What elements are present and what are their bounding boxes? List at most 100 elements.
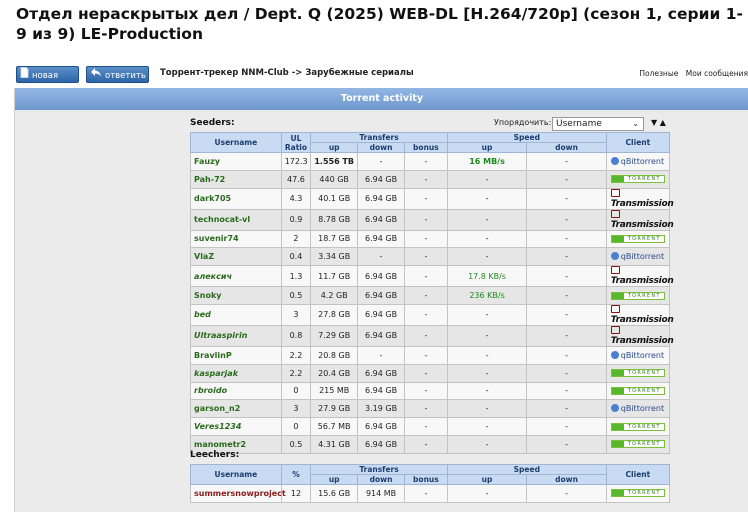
sort-select[interactable]: Username ⌄ (552, 117, 644, 131)
speed-up: 236 KB/s (446, 286, 528, 305)
col-bonus[interactable]: bonus (403, 142, 448, 153)
sort-label: Упорядочить: (494, 118, 552, 127)
speed-up: - (446, 247, 528, 267)
username-link[interactable]: technocat-vl (190, 208, 282, 231)
speed-up: 17.8 KB/s (446, 265, 528, 288)
username-link[interactable]: kasparjak (190, 363, 282, 383)
col-percent[interactable]: % (280, 464, 312, 485)
col-client: Client (605, 132, 671, 153)
transfer-up: 20.4 GB (310, 363, 359, 383)
ul-ratio: 0.4 (280, 247, 312, 267)
col-speed-up[interactable]: up (446, 142, 528, 153)
client-name: Transmission (610, 335, 674, 346)
table-row: Snoky 0.5 4.2 GB 6.94 GB -236 KB/s - TORRENT (190, 286, 671, 305)
transmission-icon (610, 325, 620, 334)
panel-title: Torrent activity (15, 88, 748, 110)
username-link[interactable]: dark705 (190, 187, 282, 210)
bonus: - (403, 286, 448, 305)
username-link[interactable]: rbroido (190, 381, 282, 401)
utorrent-icon (611, 441, 624, 448)
transfer-up: 18.7 GB (310, 229, 359, 249)
qbittorrent-logo: qBittorrent (610, 404, 665, 414)
bonus: - (403, 363, 448, 383)
client-name: qBittorrent (620, 404, 665, 414)
transmission-logo: Transmission (610, 325, 674, 346)
speed-down: - (526, 434, 607, 454)
utorrent-icon (611, 235, 624, 242)
seeders-label: Seeders: (190, 118, 235, 128)
col-speed-up[interactable]: up (446, 474, 528, 485)
utorrent-logo: TORRENT (610, 489, 665, 498)
transfer-down: 914 MB (357, 484, 405, 503)
client-name: Transmission (610, 276, 674, 287)
client-name: Transmission (610, 219, 674, 230)
username-link[interactable]: Snoky (190, 286, 282, 305)
table-row: BravlinP 2.2 20.8 GB - - - - qBittorrent (190, 345, 671, 365)
username-link[interactable]: BravlinP (190, 345, 282, 365)
col-transfer-up[interactable]: up (310, 142, 359, 153)
username-link[interactable]: Veres1234 (190, 417, 282, 436)
col-speed-down[interactable]: down (526, 142, 607, 153)
table-row: manometr2 0.5 4.31 GB 6.94 GB - - - TORRENT (190, 434, 671, 454)
col-speed: Speed (446, 464, 607, 475)
speed-down: - (526, 417, 607, 436)
client-cell: TORRENT (605, 434, 671, 454)
table-row: rbroido 0 215 MB 6.94 GB - - - TORRENT (190, 381, 671, 401)
client-cell: qBittorrent (605, 345, 671, 365)
transfer-down: 6.94 GB (357, 324, 405, 347)
ul-ratio: 172.3 (280, 152, 312, 171)
col-client: Client (605, 464, 671, 485)
utorrent-icon (611, 387, 624, 394)
reply-label: ответить (105, 71, 146, 81)
chevron-down-icon: ⌄ (632, 119, 639, 128)
sort-direction-arrows[interactable]: ▼ ▲ (651, 118, 666, 127)
username-link[interactable]: garson_n2 (190, 399, 282, 419)
transfer-down: - (357, 152, 405, 171)
col-bonus[interactable]: bonus (403, 474, 448, 485)
client-name: qBittorrent (620, 156, 665, 166)
username-link[interactable]: Pah-72 (190, 169, 282, 189)
transfer-down: 6.94 GB (357, 208, 405, 231)
my-messages-link[interactable]: Мои сообщения (686, 69, 748, 78)
speed-up: - (446, 363, 528, 383)
speed-up: - (446, 208, 528, 231)
speed-down: - (526, 303, 607, 326)
username-link[interactable]: VlaZ (190, 247, 282, 267)
col-username[interactable]: Username (190, 132, 282, 153)
speed-up: 16 MB/s (446, 152, 528, 171)
col-speed-down[interactable]: down (526, 474, 607, 485)
table-row: Fauzy 172.3 1.556 TB - -16 MB/s - qBittorrent (190, 152, 671, 171)
breadcrumb[interactable]: Торрент-трекер NNM-Club -> Зарубежные се… (160, 68, 414, 78)
username-link[interactable]: bed (190, 303, 282, 326)
username-link[interactable]: Ultraaspirin (190, 324, 282, 347)
ul-ratio: 0 (280, 417, 312, 436)
useful-link[interactable]: Полезные (639, 69, 678, 78)
speed-up: - (446, 169, 528, 189)
client-name: TORRENT (627, 387, 661, 394)
speed-down: - (526, 229, 607, 249)
transfer-up: 7.29 GB (310, 324, 359, 347)
reply-button[interactable]: ответить (86, 66, 149, 83)
username-link[interactable]: suvenir74 (190, 229, 282, 249)
new-topic-button[interactable]: новая тема (16, 66, 79, 96)
col-username[interactable]: Username (190, 464, 282, 485)
col-ul-ratio[interactable]: UL Ratio (280, 132, 312, 153)
col-transfer-up[interactable]: up (310, 474, 359, 485)
speed-up: - (446, 303, 528, 326)
transfer-down: - (357, 247, 405, 267)
ul-ratio: 0 (280, 381, 312, 401)
client-cell: Transmission (605, 324, 674, 347)
ul-ratio: 0.8 (280, 324, 312, 347)
utorrent-icon (611, 176, 624, 183)
bonus: - (403, 303, 448, 326)
username-link[interactable]: алексич (190, 265, 282, 288)
page-title: Отдел нераскрытых дел / Dept. Q (2025) W… (16, 5, 743, 43)
col-transfer-down[interactable]: down (357, 142, 405, 153)
username-link[interactable]: summersnowproject (190, 484, 286, 503)
transmission-logo: Transmission (610, 209, 674, 230)
transmission-logo: Transmission (610, 266, 674, 287)
client-name: TORRENT (627, 292, 661, 299)
col-transfer-down[interactable]: down (357, 474, 405, 485)
username-link[interactable]: Fauzy (190, 152, 282, 171)
speed-up: - (446, 399, 528, 419)
